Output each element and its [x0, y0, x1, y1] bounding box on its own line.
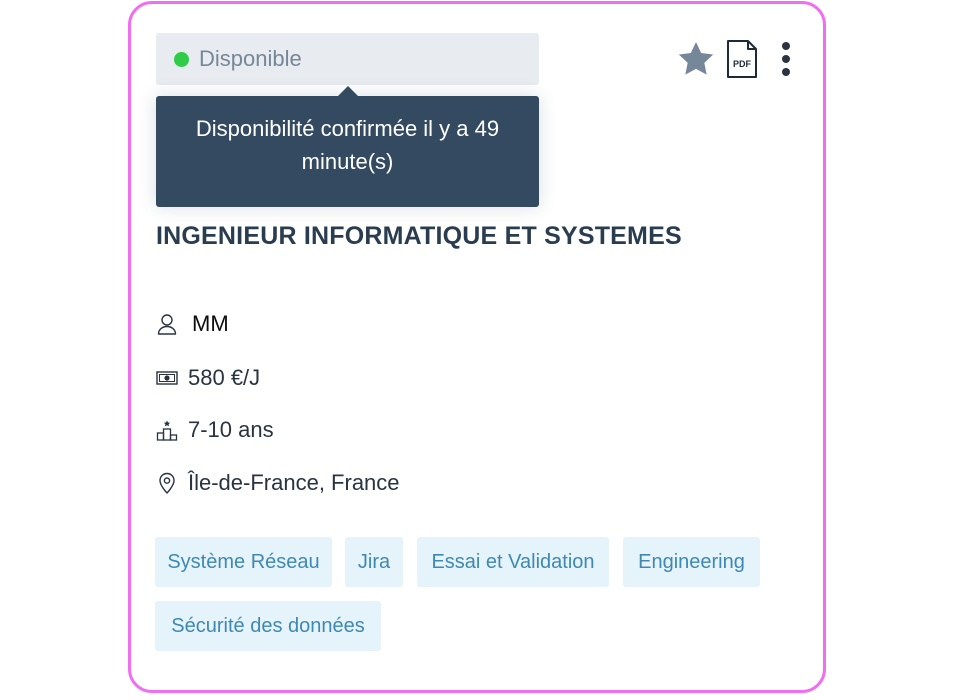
location: Île-de-France, France: [188, 470, 400, 495]
skill-tag[interactable]: Jira: [345, 537, 403, 587]
experience-range: 7-10 ans: [188, 417, 274, 442]
card-actions: PDF: [675, 36, 801, 82]
skill-tag[interactable]: Sécurité des données: [155, 601, 381, 651]
status-label: Disponible: [199, 46, 302, 71]
more-vertical-icon: [782, 42, 790, 76]
pdf-file-icon: PDF: [727, 40, 757, 78]
download-pdf-button[interactable]: PDF: [723, 36, 761, 82]
availability-tooltip: Disponibilité confirmée il y a 49 minute…: [156, 86, 539, 207]
pdf-icon-label: PDF: [733, 59, 752, 69]
skill-tag[interactable]: Essai et Validation: [417, 537, 609, 587]
tooltip-arrow: [338, 86, 358, 96]
star-icon: [678, 42, 714, 75]
status-dot-icon: [174, 51, 189, 67]
tooltip-text: Disponibilité confirmée il y a 49 minute…: [195, 116, 500, 174]
more-options-button[interactable]: [771, 36, 801, 82]
experience-row: 7-10 ans: [156, 417, 274, 443]
job-title: INGENIEUR INFORMATIQUE ET SYSTEMES: [156, 222, 682, 250]
daily-rate-row: 580 €/J: [156, 365, 260, 391]
location-row: Île-de-France, France: [156, 470, 400, 496]
map-pin-icon: [156, 471, 178, 495]
consultant-initials-row: MM: [156, 311, 229, 337]
user-icon: [156, 312, 178, 336]
availability-status[interactable]: Disponible: [156, 33, 539, 85]
consultant-initials: MM: [192, 311, 229, 336]
money-icon: [156, 366, 178, 390]
daily-rate: 580 €/J: [188, 365, 261, 390]
skill-tag[interactable]: Engineering: [623, 537, 760, 587]
favorite-button[interactable]: [675, 36, 717, 82]
consultant-card[interactable]: Disponible Disponibilité confirmée il y …: [128, 1, 826, 693]
podium-icon: [156, 418, 178, 442]
skill-tag[interactable]: Système Réseau: [155, 537, 332, 587]
